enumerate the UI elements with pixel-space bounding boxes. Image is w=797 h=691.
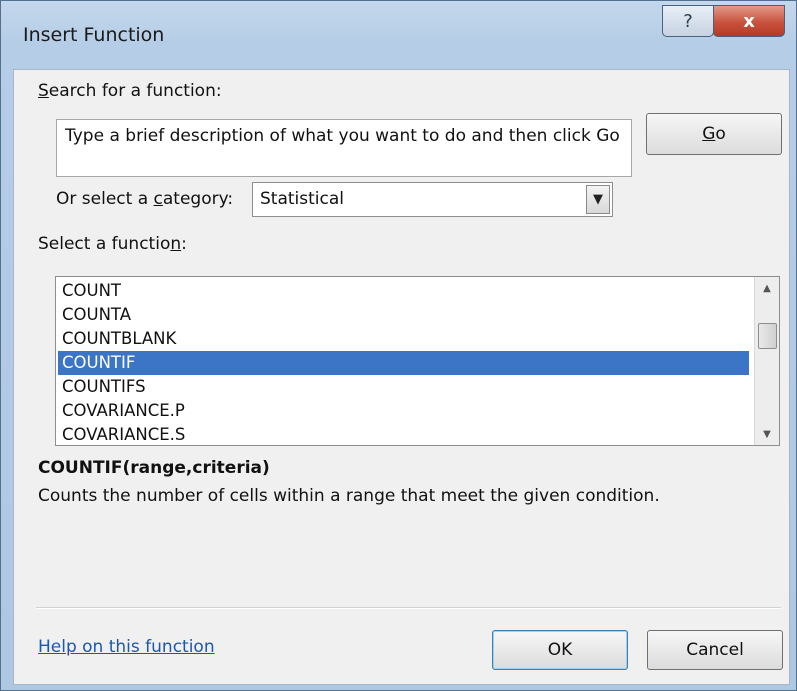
category-selected-value: Statistical	[260, 189, 344, 209]
scrollbar-thumb[interactable]	[758, 323, 777, 349]
function-description: Counts the number of cells within a rang…	[38, 486, 660, 506]
close-icon: x	[743, 10, 755, 32]
title-bar[interactable]: Insert Function ? x	[1, 1, 796, 69]
category-label: Or select a category:	[56, 189, 234, 209]
divider	[36, 607, 781, 609]
help-on-function-link[interactable]: Help on this function	[38, 637, 215, 657]
function-signature: COUNTIF(range,criteria)	[38, 458, 270, 478]
category-select[interactable]: Statistical ▼	[252, 182, 613, 217]
insert-function-dialog: Insert Function ? x Search for a functio…	[0, 0, 797, 691]
list-item-covariance-p[interactable]: COVARIANCE.P	[58, 399, 749, 423]
list-item-countifs[interactable]: COUNTIFS	[58, 375, 749, 399]
dialog-body: Search for a function: Type a brief desc…	[13, 69, 790, 685]
list-item-counta[interactable]: COUNTA	[58, 303, 749, 327]
function-list-scrollbar[interactable]: ▲ ▼	[754, 277, 779, 445]
list-item-countblank[interactable]: COUNTBLANK	[58, 327, 749, 351]
close-button[interactable]: x	[713, 5, 785, 37]
function-list-label: Select a function:	[38, 234, 187, 254]
search-input-text: Type a brief description of what you wan…	[65, 126, 620, 146]
function-list[interactable]: COUNT COUNTA COUNTBLANK COUNTIF COUNTIFS…	[55, 276, 780, 446]
scroll-up-icon[interactable]: ▲	[755, 277, 779, 299]
list-item-covariance-s[interactable]: COVARIANCE.S	[58, 423, 749, 445]
chevron-down-icon[interactable]: ▼	[586, 185, 610, 214]
search-input[interactable]: Type a brief description of what you wan…	[56, 119, 632, 177]
dialog-title: Insert Function	[23, 24, 165, 46]
ok-button[interactable]: OK	[492, 630, 628, 670]
scroll-down-icon[interactable]: ▼	[755, 423, 779, 445]
go-button[interactable]: Go	[646, 113, 782, 155]
list-item-count[interactable]: COUNT	[58, 279, 749, 303]
cancel-button[interactable]: Cancel	[647, 630, 783, 670]
search-label: Search for a function:	[38, 81, 222, 101]
list-item-countif-selected[interactable]: COUNTIF	[58, 351, 749, 375]
help-button[interactable]: ?	[662, 5, 714, 37]
question-mark-icon: ?	[683, 10, 693, 32]
